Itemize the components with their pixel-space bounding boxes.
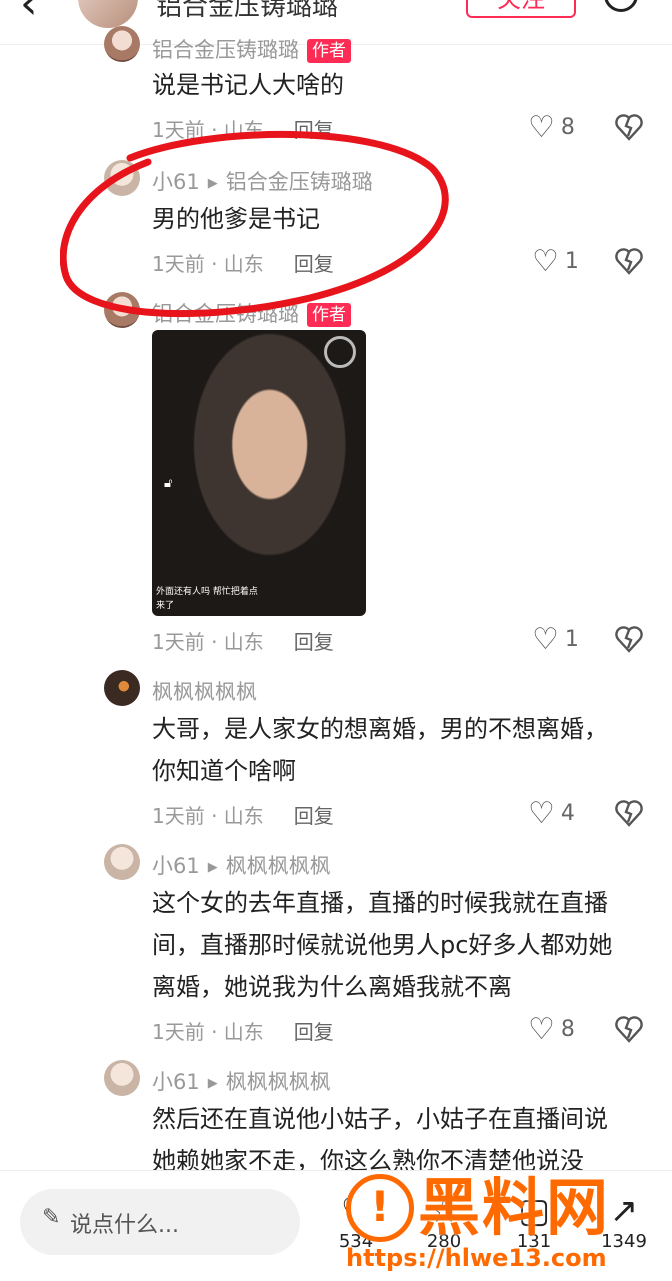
commenter-name[interactable]: 铝合金压铸璐璐 [152,302,299,326]
like-count: 4 [560,801,575,826]
reply-button[interactable]: 回复 [294,804,334,828]
reply-to-name[interactable]: 铝合金压铸璐璐 [226,170,373,194]
comment-meta: 枫枫枫枫枫 [152,676,257,706]
broken-heart-icon[interactable] [614,798,644,828]
avatar[interactable] [104,1060,140,1096]
watermark-brand: 黑料网 [418,1171,611,1244]
avatar[interactable] [104,292,140,328]
reply-to-name[interactable]: 枫枫枫枫枫 [226,854,331,878]
reply-arrow-icon: ▶ [207,1076,218,1091]
comment-text-line: 离婚，她说我为什么离婚我就不离 [152,973,512,1001]
reply-button[interactable]: 回复 [294,1020,334,1044]
broken-heart-icon[interactable] [614,1014,644,1044]
comment-input[interactable]: ✎ 说点什么... [20,1189,300,1255]
image-caption: 来了 [156,601,175,611]
like-count: 1 [564,249,579,274]
image-caption: 外面还有人吗 帮忙把着点 [156,587,258,597]
author-badge: 作者 [307,39,351,63]
broken-heart-icon[interactable] [614,246,644,276]
comment-text-line: 你知道个啥啊 [152,757,296,785]
search-icon[interactable] [604,0,638,12]
commenter-name[interactable]: 枫枫枫枫枫 [152,680,257,704]
reply-to-name[interactable]: 枫枫枫枫枫 [226,1070,331,1094]
commenter-name[interactable]: 小61 [152,170,200,194]
lock-icon: 🔓︎ [164,476,173,491]
watermark: ! 黑料网 https://hlwe13.com [346,1170,662,1280]
commenter-name[interactable]: 铝合金压铸璐璐 [152,38,299,62]
reply-button[interactable]: 回复 [294,118,334,142]
chevron-left-icon[interactable]: ‹ [20,0,38,26]
avatar[interactable] [104,670,140,706]
comment-time: 1天前 · 山东 [152,252,264,276]
reply-button[interactable]: 回复 [294,630,334,654]
comment-text-line: 然后还在直说他小姑子，小姑子在直播间说 [152,1105,608,1133]
comment-text-line: 间，直播那时候就说他男人pc好多人都劝她 [152,931,613,959]
like-button[interactable]: ♡ 8 [528,1012,575,1047]
comment-text-line: 这个女的去年直播，直播的时候我就在直播 [152,889,608,917]
comment-meta: 小61 ▶ 枫枫枫枫枫 [152,1066,331,1096]
reply-button[interactable]: 回复 [294,252,334,276]
comment-meta: 铝合金压铸璐璐 作者 [152,298,351,328]
watermark-logo-icon: ! [346,1174,414,1242]
comment-footer: 1天前 · 山东 回复 [152,248,334,277]
commenter-name[interactable]: 小61 [152,854,200,878]
avatar[interactable] [104,26,140,62]
like-count: 8 [560,115,575,140]
comment-footer: 1天前 · 山东 回复 [152,114,334,143]
comment-text: 男的他爹是书记 [152,205,320,233]
comment-time: 1天前 · 山东 [152,804,264,828]
comment-footer: 1天前 · 山东 回复 [152,1016,334,1045]
like-button[interactable]: ♡ 1 [532,622,579,657]
pencil-icon: ✎ [42,1205,61,1230]
comment-placeholder: 说点什么... [70,1213,179,1238]
avatar[interactable] [104,844,140,880]
like-button[interactable]: ♡ 1 [532,244,579,279]
comment-meta: 小61 ▶ 枫枫枫枫枫 [152,850,331,880]
watermark-url: https://hlwe13.com [346,1244,607,1272]
comment-text-line: 大哥，是人家女的想离婚，男的不想离婚， [152,715,608,743]
heart-icon: ♡ [528,1012,555,1047]
reply-arrow-icon: ▶ [207,860,218,875]
comment-meta: 铝合金压铸璐璐 作者 [152,34,351,64]
heart-icon: ♡ [528,110,555,145]
comment-time: 1天前 · 山东 [152,118,264,142]
commenter-name[interactable]: 小61 [152,1070,200,1094]
heart-icon: ♡ [528,796,555,831]
comment-time: 1天前 · 山东 [152,630,264,654]
comment-meta: 小61 ▶ 铝合金压铸璐璐 [152,166,373,196]
broken-heart-icon[interactable] [614,624,644,654]
like-button[interactable]: ♡ 4 [528,796,575,831]
comment-text: 说是书记人大啥的 [152,71,344,99]
heart-icon: ♡ [532,622,559,657]
like-count: 1 [564,627,579,652]
comment-footer: 1天前 · 山东 回复 [152,800,334,829]
author-avatar[interactable] [78,0,138,28]
like-button[interactable]: ♡ 8 [528,110,575,145]
author-badge: 作者 [307,303,351,327]
comment-image[interactable]: 🔓︎ 外面还有人吗 帮忙把着点 来了 [152,330,366,616]
live-ring-icon [324,336,356,368]
avatar[interactable] [104,160,140,196]
comment-footer: 1天前 · 山东 回复 [152,626,334,655]
broken-heart-icon[interactable] [614,112,644,142]
like-count: 8 [560,1017,575,1042]
follow-button[interactable]: 关注 [466,0,576,18]
reply-arrow-icon: ▶ [207,176,218,191]
comment-time: 1天前 · 山东 [152,1020,264,1044]
heart-icon: ♡ [532,244,559,279]
author-name[interactable]: 铝合金压铸璐璐 [156,0,338,23]
